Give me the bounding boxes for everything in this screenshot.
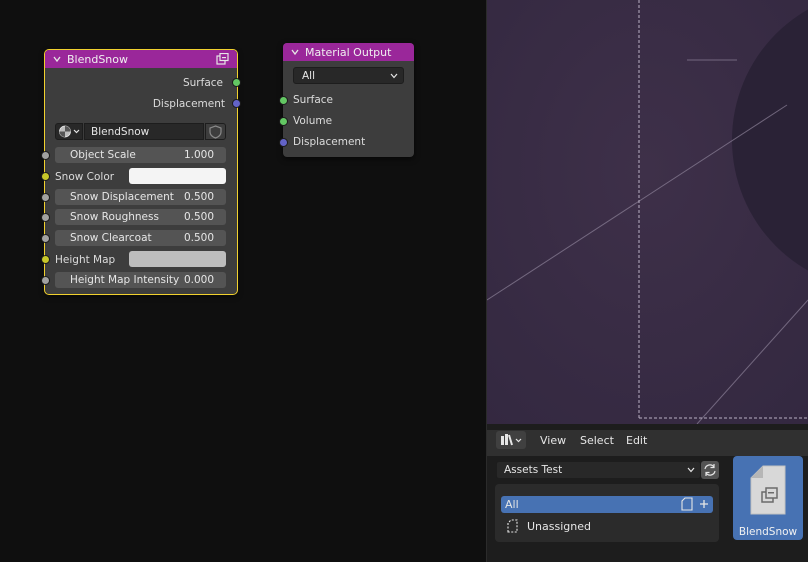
input-snow-clearcoat-label: Snow Clearcoat — [70, 232, 152, 244]
output-displacement: Displacement — [153, 95, 225, 112]
input-object-scale-socket[interactable] — [41, 151, 50, 160]
material-output-header[interactable]: Material Output — [283, 43, 414, 61]
shield-icon — [209, 125, 222, 139]
catalog-tree: All Unassigned — [495, 484, 719, 542]
datablock-name-field[interactable]: BlendSnow — [84, 123, 204, 140]
catalog-item-all[interactable]: All — [501, 496, 713, 513]
material-output-title: Material Output — [305, 45, 392, 59]
catalog-item-all-label: All — [505, 498, 519, 511]
new-catalog-icon[interactable] — [679, 497, 709, 512]
catalog-item-unassigned-label: Unassigned — [527, 520, 591, 533]
input-snow-clearcoat-field[interactable]: Snow Clearcoat 0.500 — [55, 230, 226, 246]
snow-color-swatch[interactable] — [129, 168, 226, 184]
input-height-map-intensity-socket[interactable] — [41, 276, 50, 285]
input-height-map-label: Height Map — [55, 253, 116, 266]
material-output-node[interactable]: Material Output All Surface Volume Displ… — [279, 43, 414, 157]
input-snow-color-socket[interactable] — [41, 172, 50, 181]
input-surface-socket[interactable] — [279, 96, 288, 105]
asset-browser-header — [487, 430, 808, 456]
input-snow-color-row: Snow Color — [55, 168, 114, 185]
input-volume-label: Volume — [293, 114, 333, 127]
chevron-down-icon — [390, 73, 398, 79]
height-map-swatch[interactable] — [129, 251, 226, 267]
input-surface-label: Surface — [293, 93, 334, 106]
output-surface-label: Surface — [182, 76, 223, 89]
input-snow-roughness-field[interactable]: Snow Roughness 0.500 — [55, 209, 226, 225]
input-height-map-intensity-value: 0.000 — [183, 274, 214, 286]
input-volume-row: Volume — [293, 112, 332, 129]
blendsnow-node[interactable]: BlendSnow Surface Displacement BlendSnow — [41, 49, 241, 295]
catalog-item-unassigned[interactable]: Unassigned — [501, 518, 713, 535]
output-displacement-socket[interactable] — [232, 99, 241, 108]
unassigned-catalog-icon — [507, 519, 518, 533]
node-group-selector[interactable]: BlendSnow — [55, 123, 226, 140]
input-surface-row: Surface — [293, 91, 333, 108]
output-surface-socket[interactable] — [232, 78, 241, 87]
output-displacement-label: Displacement — [152, 97, 225, 110]
menu-edit[interactable]: Edit — [626, 434, 647, 447]
asset-library-dropdown[interactable]: Assets Test — [496, 461, 701, 479]
input-displacement-label: Displacement — [293, 135, 366, 148]
target-dropdown-value: All — [302, 69, 316, 82]
input-displacement-socket[interactable] — [279, 138, 288, 147]
input-object-scale-value: 1.000 — [183, 149, 214, 161]
output-surface: Surface — [183, 74, 223, 91]
refresh-icon — [704, 464, 716, 476]
group-type-dropdown[interactable] — [55, 123, 83, 140]
input-height-map-socket[interactable] — [41, 255, 50, 264]
input-snow-clearcoat-socket[interactable] — [41, 234, 50, 243]
refresh-library-button[interactable] — [701, 461, 719, 479]
3d-viewport[interactable] — [487, 0, 808, 424]
input-height-map-row: Height Map — [55, 251, 115, 268]
input-volume-socket[interactable] — [279, 117, 288, 126]
input-snow-displacement-field[interactable]: Snow Displacement 0.500 — [55, 189, 226, 205]
fake-user-button[interactable] — [205, 123, 226, 140]
input-snow-displacement-label: Snow Displacement — [70, 191, 174, 203]
target-dropdown[interactable]: All — [293, 67, 404, 84]
menu-select[interactable]: Select — [580, 434, 614, 447]
viewport-render — [487, 0, 808, 424]
input-snow-displacement-value: 0.500 — [183, 191, 214, 203]
input-snow-roughness-value: 0.500 — [183, 211, 214, 223]
asset-browser[interactable]: View Select Edit Assets Test All Unassig… — [487, 424, 808, 562]
input-height-map-intensity-label: Height Map Intensity — [70, 274, 180, 286]
asset-tile[interactable]: BlendSnow — [733, 456, 803, 540]
asset-library-value: Assets Test — [504, 464, 563, 476]
blendsnow-node-header[interactable]: BlendSnow — [45, 50, 237, 68]
node-group-asset-icon — [750, 465, 786, 515]
input-snow-clearcoat-value: 0.500 — [183, 232, 214, 244]
input-snow-roughness-socket[interactable] — [41, 213, 50, 222]
datablock-name: BlendSnow — [91, 125, 150, 138]
collapse-chevron-icon[interactable] — [53, 55, 61, 63]
input-object-scale-label: Object Scale — [70, 149, 136, 161]
collapse-chevron-icon[interactable] — [291, 48, 299, 56]
input-object-scale-field[interactable]: Object Scale 1.000 — [55, 147, 226, 163]
node-title: BlendSnow — [67, 52, 129, 66]
node-group-icon[interactable] — [216, 53, 229, 65]
editor-type-button[interactable] — [496, 431, 526, 449]
input-displacement-row: Displacement — [293, 133, 365, 150]
menu-view[interactable]: View — [540, 434, 566, 447]
asset-tile-name: BlendSnow — [738, 526, 798, 538]
input-snow-displacement-socket[interactable] — [41, 193, 50, 202]
asset-browser-icon — [501, 434, 522, 446]
node-tree-icon — [59, 125, 80, 138]
input-snow-color-label: Snow Color — [55, 170, 115, 183]
input-snow-roughness-label: Snow Roughness — [70, 211, 159, 223]
input-height-map-intensity-field[interactable]: Height Map Intensity 0.000 — [55, 272, 226, 288]
chevron-down-icon — [687, 467, 695, 473]
